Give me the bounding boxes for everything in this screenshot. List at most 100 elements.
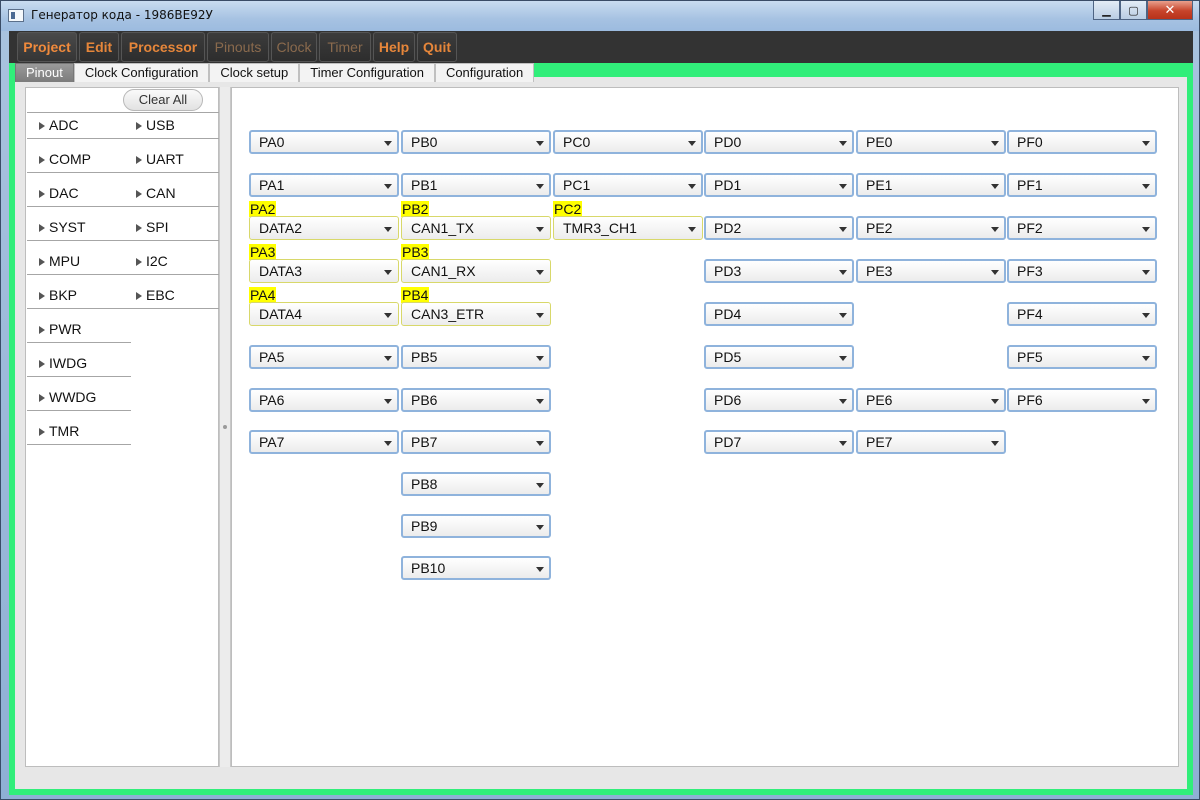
peripheral-item[interactable]: SYST bbox=[39, 216, 86, 238]
expand-arrow-icon[interactable] bbox=[39, 122, 45, 130]
pin-select[interactable]: PA6 bbox=[249, 388, 399, 412]
pin-select[interactable]: DATA4 bbox=[249, 302, 399, 326]
dropdown-arrow-icon[interactable] bbox=[839, 356, 847, 361]
pin-select[interactable]: PF0 bbox=[1007, 130, 1157, 154]
clear-all-button[interactable]: Clear All bbox=[123, 89, 203, 111]
dropdown-arrow-icon[interactable] bbox=[1142, 356, 1150, 361]
menu-timer[interactable]: Timer bbox=[319, 32, 371, 62]
dropdown-arrow-icon[interactable] bbox=[1142, 270, 1150, 275]
expand-arrow-icon[interactable] bbox=[39, 258, 45, 266]
dropdown-arrow-icon[interactable] bbox=[536, 441, 544, 446]
pin-select[interactable]: PF1 bbox=[1007, 173, 1157, 197]
peripheral-item[interactable]: IWDG bbox=[39, 352, 87, 374]
pin-select[interactable]: PB1 bbox=[401, 173, 551, 197]
dropdown-arrow-icon[interactable] bbox=[384, 270, 392, 275]
splitter-grip[interactable] bbox=[223, 425, 227, 429]
pin-select[interactable]: PA1 bbox=[249, 173, 399, 197]
peripheral-item[interactable]: PWR bbox=[39, 318, 82, 340]
peripheral-item[interactable]: BKP bbox=[39, 284, 77, 306]
expand-arrow-icon[interactable] bbox=[136, 224, 142, 232]
pin-select[interactable]: PD3 bbox=[704, 259, 854, 283]
dropdown-arrow-icon[interactable] bbox=[1142, 141, 1150, 146]
pin-select[interactable]: PE7 bbox=[856, 430, 1006, 454]
dropdown-arrow-icon[interactable] bbox=[536, 184, 544, 189]
dropdown-arrow-icon[interactable] bbox=[991, 227, 999, 232]
dropdown-arrow-icon[interactable] bbox=[688, 227, 696, 232]
menu-project[interactable]: Project bbox=[17, 32, 77, 62]
pin-select[interactable]: TMR3_CH1 bbox=[553, 216, 703, 240]
dropdown-arrow-icon[interactable] bbox=[839, 399, 847, 404]
tab-configuration[interactable]: Configuration bbox=[434, 63, 535, 82]
dropdown-arrow-icon[interactable] bbox=[1142, 184, 1150, 189]
pin-select[interactable]: PF6 bbox=[1007, 388, 1157, 412]
peripheral-item[interactable]: WWDG bbox=[39, 386, 96, 408]
peripheral-item[interactable]: I2C bbox=[136, 250, 168, 272]
pin-select[interactable]: PB7 bbox=[401, 430, 551, 454]
maximize-button[interactable]: ▢ bbox=[1120, 1, 1147, 20]
dropdown-arrow-icon[interactable] bbox=[536, 356, 544, 361]
dropdown-arrow-icon[interactable] bbox=[991, 441, 999, 446]
tab-clock-configuration[interactable]: Clock Configuration bbox=[73, 63, 210, 82]
close-button[interactable]: ✕ bbox=[1147, 1, 1193, 20]
tab-timer-configuration[interactable]: Timer Configuration bbox=[299, 63, 435, 82]
dropdown-arrow-icon[interactable] bbox=[536, 270, 544, 275]
dropdown-arrow-icon[interactable] bbox=[536, 525, 544, 530]
dropdown-arrow-icon[interactable] bbox=[384, 313, 392, 318]
peripheral-item[interactable]: UART bbox=[136, 148, 184, 170]
pin-select[interactable]: PE0 bbox=[856, 130, 1006, 154]
dropdown-arrow-icon[interactable] bbox=[1142, 399, 1150, 404]
pin-select[interactable]: PE2 bbox=[856, 216, 1006, 240]
pin-select[interactable]: PC1 bbox=[553, 173, 703, 197]
expand-arrow-icon[interactable] bbox=[136, 190, 142, 198]
pin-select[interactable]: PD2 bbox=[704, 216, 854, 240]
expand-arrow-icon[interactable] bbox=[136, 258, 142, 266]
pin-select[interactable]: PA7 bbox=[249, 430, 399, 454]
dropdown-arrow-icon[interactable] bbox=[991, 399, 999, 404]
pin-select[interactable]: CAN3_ETR bbox=[401, 302, 551, 326]
pin-select[interactable]: PE6 bbox=[856, 388, 1006, 412]
dropdown-arrow-icon[interactable] bbox=[991, 270, 999, 275]
dropdown-arrow-icon[interactable] bbox=[839, 270, 847, 275]
peripheral-item[interactable]: MPU bbox=[39, 250, 80, 272]
dropdown-arrow-icon[interactable] bbox=[839, 441, 847, 446]
pin-select[interactable]: PE3 bbox=[856, 259, 1006, 283]
peripheral-item[interactable]: COMP bbox=[39, 148, 91, 170]
pin-select[interactable]: PD1 bbox=[704, 173, 854, 197]
pin-select[interactable]: PB8 bbox=[401, 472, 551, 496]
dropdown-arrow-icon[interactable] bbox=[536, 141, 544, 146]
dropdown-arrow-icon[interactable] bbox=[536, 483, 544, 488]
menu-pinouts[interactable]: Pinouts bbox=[207, 32, 269, 62]
expand-arrow-icon[interactable] bbox=[39, 394, 45, 402]
dropdown-arrow-icon[interactable] bbox=[688, 184, 696, 189]
dropdown-arrow-icon[interactable] bbox=[839, 184, 847, 189]
expand-arrow-icon[interactable] bbox=[136, 156, 142, 164]
dropdown-arrow-icon[interactable] bbox=[991, 141, 999, 146]
peripheral-item[interactable]: DAC bbox=[39, 182, 79, 204]
pin-select[interactable]: PB9 bbox=[401, 514, 551, 538]
expand-arrow-icon[interactable] bbox=[39, 292, 45, 300]
pin-select[interactable]: DATA3 bbox=[249, 259, 399, 283]
pin-select[interactable]: PD5 bbox=[704, 345, 854, 369]
pin-select[interactable]: PE1 bbox=[856, 173, 1006, 197]
menu-processor[interactable]: Processor bbox=[121, 32, 205, 62]
dropdown-arrow-icon[interactable] bbox=[688, 141, 696, 146]
dropdown-arrow-icon[interactable] bbox=[536, 313, 544, 318]
peripheral-item[interactable]: CAN bbox=[136, 182, 176, 204]
title-bar[interactable]: Генератор кода - 1986ВЕ92У ▁ ▢ ✕ bbox=[1, 1, 1199, 31]
peripheral-item[interactable]: ADC bbox=[39, 114, 79, 136]
pin-select[interactable]: PF3 bbox=[1007, 259, 1157, 283]
expand-arrow-icon[interactable] bbox=[39, 156, 45, 164]
expand-arrow-icon[interactable] bbox=[136, 292, 142, 300]
pin-select[interactable]: PC0 bbox=[553, 130, 703, 154]
dropdown-arrow-icon[interactable] bbox=[839, 141, 847, 146]
tab-pinout[interactable]: Pinout bbox=[15, 63, 74, 82]
pin-select[interactable]: CAN1_TX bbox=[401, 216, 551, 240]
dropdown-arrow-icon[interactable] bbox=[384, 227, 392, 232]
minimize-button[interactable]: ▁ bbox=[1093, 1, 1120, 20]
pin-select[interactable]: PD7 bbox=[704, 430, 854, 454]
pin-select[interactable]: PF2 bbox=[1007, 216, 1157, 240]
expand-arrow-icon[interactable] bbox=[39, 360, 45, 368]
dropdown-arrow-icon[interactable] bbox=[384, 399, 392, 404]
dropdown-arrow-icon[interactable] bbox=[384, 184, 392, 189]
pin-select[interactable]: PF5 bbox=[1007, 345, 1157, 369]
